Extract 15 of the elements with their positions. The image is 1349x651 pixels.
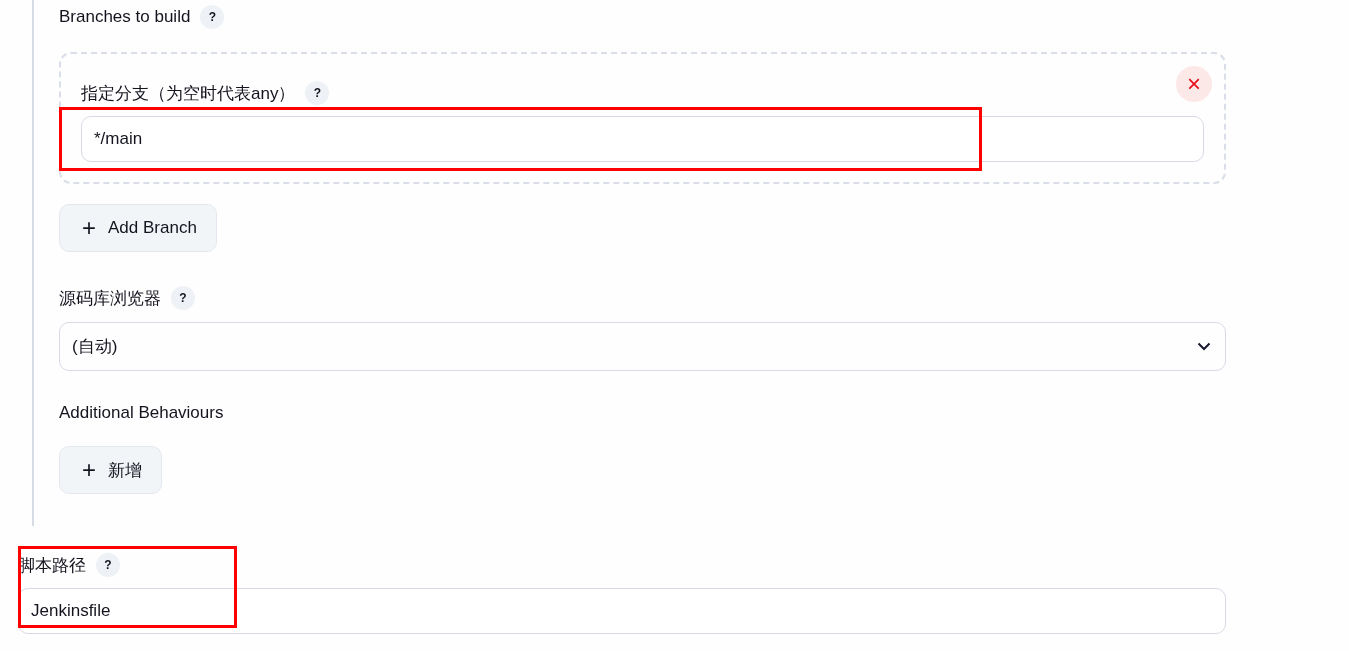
add-branch-button[interactable]: + Add Branch <box>59 204 217 252</box>
help-icon[interactable]: ? <box>171 286 195 310</box>
field-label: 源码库浏览器 <box>59 287 161 310</box>
add-button[interactable]: + 新增 <box>59 446 162 494</box>
field-label: Additional Behaviours <box>59 403 224 423</box>
script-path-field[interactable]: Jenkinsfile <box>18 588 1226 634</box>
close-button[interactable]: × <box>1176 66 1212 102</box>
branch-specifier-field[interactable]: */main <box>81 116 1204 162</box>
repository-browser-select[interactable]: (自动) <box>59 322 1226 371</box>
help-icon[interactable]: ? <box>96 553 120 577</box>
chevron-down-icon <box>1197 342 1211 351</box>
field-label: 指定分支（为空时代表any） <box>81 82 296 105</box>
field-label: Branches to build <box>59 7 191 27</box>
help-icon[interactable]: ? <box>200 5 225 29</box>
help-icon[interactable]: ? <box>305 81 330 105</box>
